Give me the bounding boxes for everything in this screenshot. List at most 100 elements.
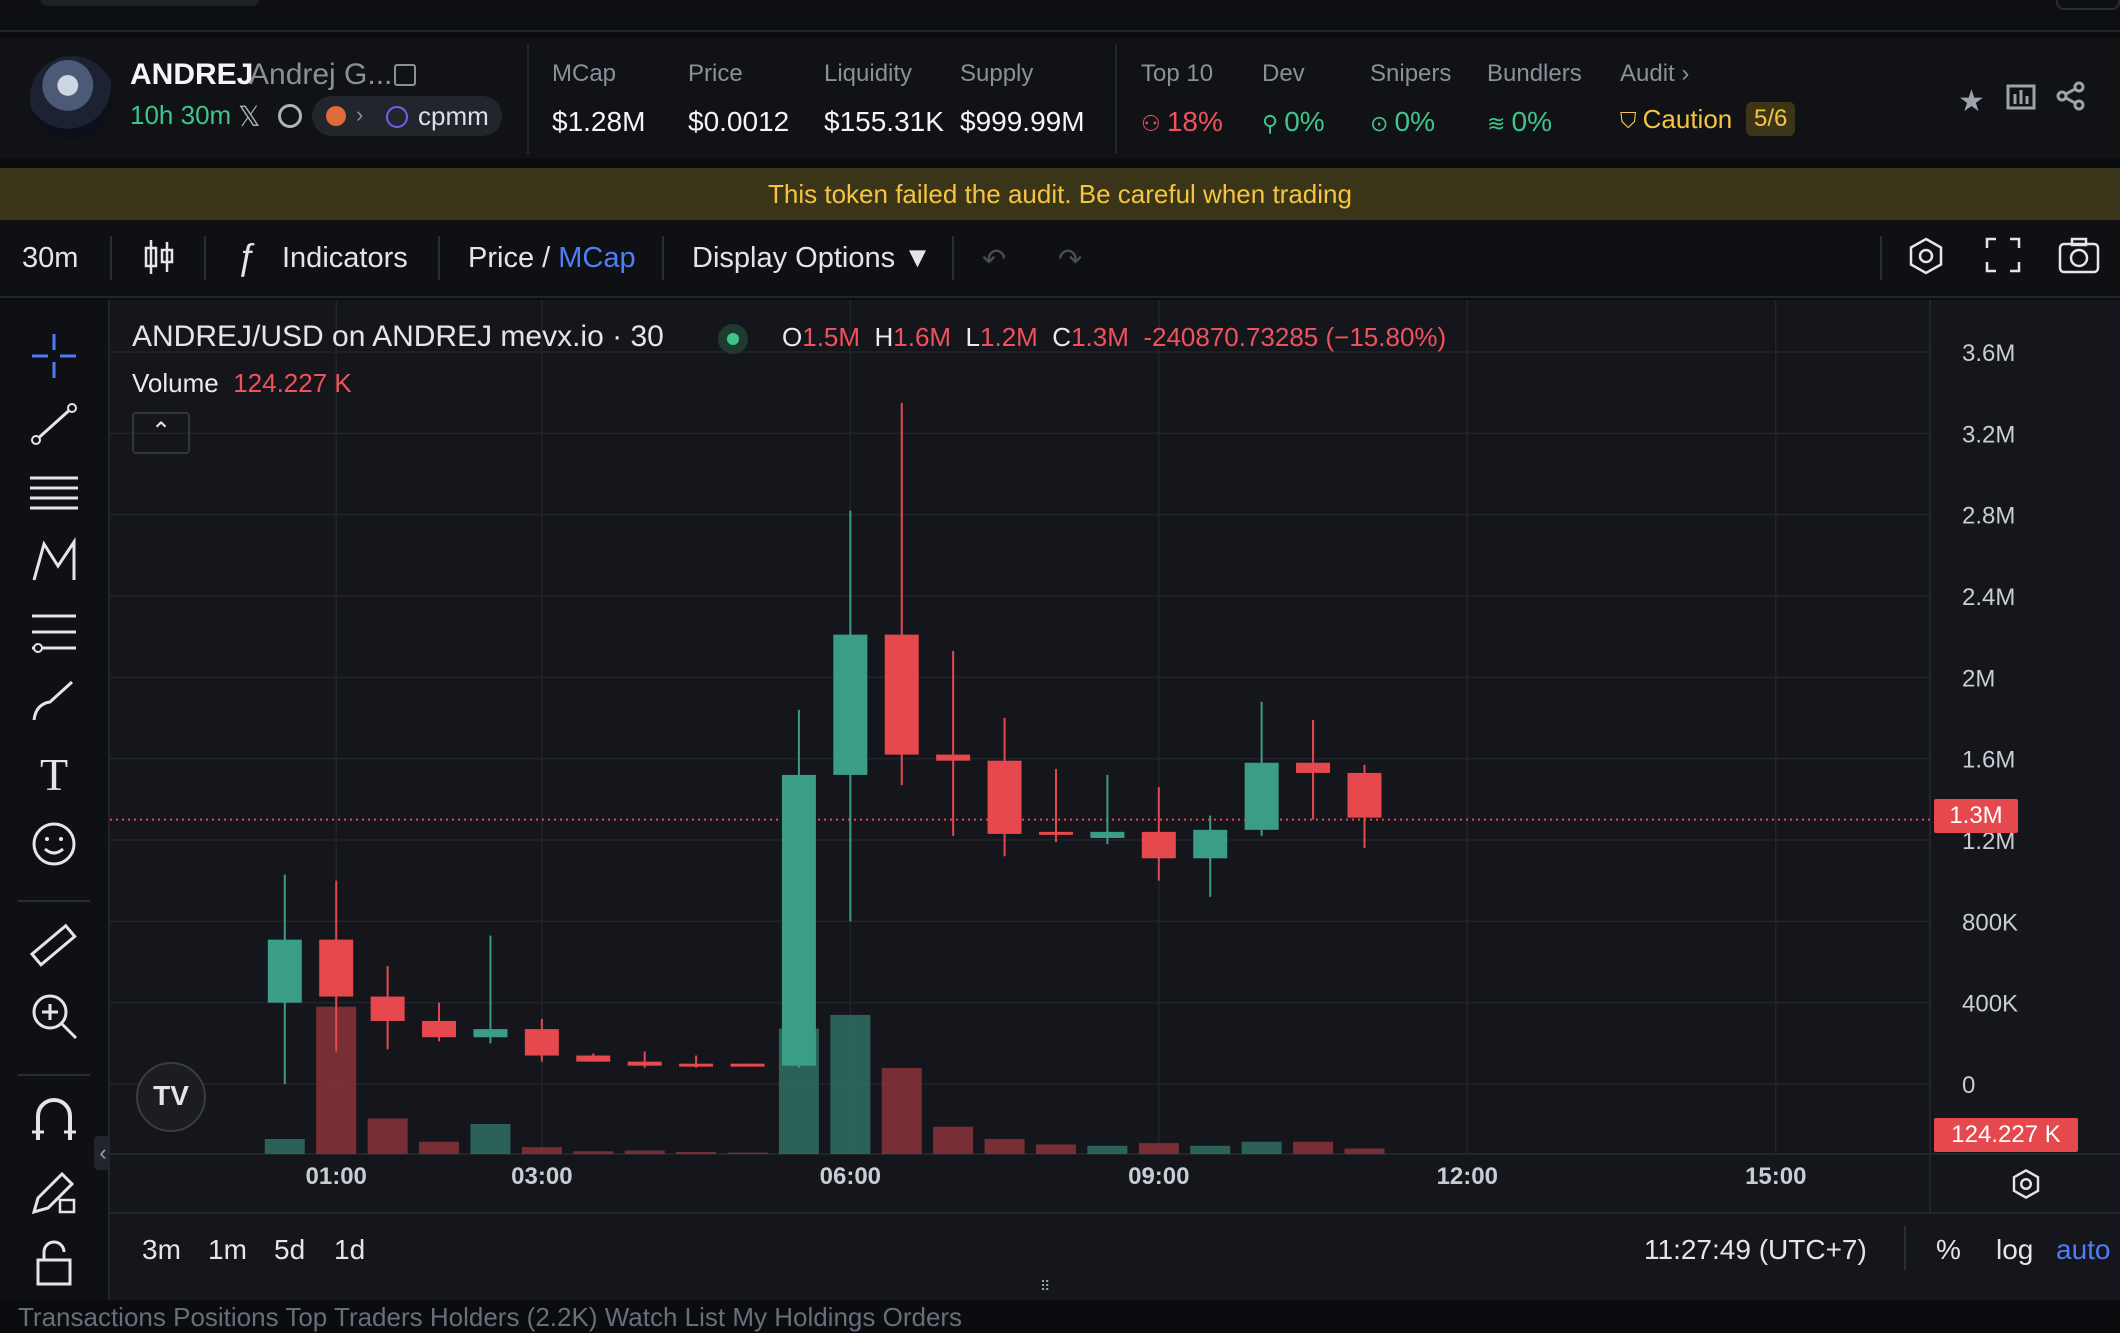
fib-tool-icon[interactable] bbox=[28, 466, 80, 518]
volume-bar bbox=[1293, 1141, 1334, 1154]
undo-icon[interactable]: ↶ bbox=[982, 242, 1006, 277]
crosshair-tool-icon[interactable] bbox=[28, 330, 80, 382]
candle-body bbox=[627, 1061, 662, 1066]
settings-icon[interactable] bbox=[1906, 236, 1946, 284]
interval-selector[interactable]: 30m bbox=[22, 242, 78, 275]
high-value: 1.6M bbox=[893, 322, 952, 352]
lock-icon[interactable] bbox=[28, 1236, 80, 1288]
trend-line-tool-icon[interactable] bbox=[28, 398, 80, 450]
search-icon[interactable] bbox=[278, 104, 302, 128]
supply-label: Supply bbox=[960, 60, 1034, 87]
share-icon[interactable] bbox=[2055, 80, 2087, 120]
chart-add-icon[interactable] bbox=[2005, 80, 2037, 120]
toolbar-divider bbox=[110, 236, 112, 280]
volume-value: 124.227 K bbox=[233, 368, 352, 398]
ruler-tool-icon[interactable] bbox=[28, 920, 80, 972]
token-name: Andrej G... bbox=[249, 58, 393, 91]
y-tick-label: 3.6M bbox=[1962, 340, 2015, 367]
audit-warning-banner: This token failed the audit. Be careful … bbox=[0, 168, 2120, 220]
copy-icon[interactable] bbox=[394, 64, 416, 86]
magnet-icon[interactable] bbox=[28, 1094, 80, 1146]
price-mcap-toggle[interactable]: Price / MCap bbox=[468, 242, 636, 275]
x-tick-label: 06:00 bbox=[820, 1163, 881, 1190]
candle-body bbox=[576, 1055, 611, 1062]
dev-value: ⚲ 0% bbox=[1262, 106, 1325, 138]
auto-toggle[interactable]: auto bbox=[2056, 1234, 2111, 1266]
volume-bar bbox=[830, 1014, 871, 1154]
y-tick-label: 3.2M bbox=[1962, 421, 2015, 448]
text-tool-icon[interactable]: T bbox=[28, 748, 80, 800]
resize-handle[interactable]: ⠿ bbox=[1040, 1278, 1060, 1294]
redo-icon[interactable]: ↷ bbox=[1058, 242, 1082, 277]
y-tick-label: 2.8M bbox=[1962, 503, 2015, 530]
candle-body bbox=[1193, 829, 1228, 859]
y-tick-label: 2M bbox=[1962, 665, 1995, 692]
snipers-pct: 0% bbox=[1394, 106, 1436, 137]
chevron-right-icon: › bbox=[356, 102, 364, 127]
y-tick-label: 2.4M bbox=[1962, 584, 2015, 611]
indicators-icon[interactable]: ƒ bbox=[236, 236, 256, 278]
audit-link[interactable]: Audit › bbox=[1620, 60, 1689, 88]
range-5d[interactable]: 5d bbox=[274, 1234, 305, 1266]
range-1m[interactable]: 1m bbox=[208, 1234, 247, 1266]
percent-toggle[interactable]: % bbox=[1936, 1234, 1961, 1266]
star-icon[interactable]: ★ bbox=[1958, 84, 1985, 119]
log-toggle[interactable]: log bbox=[1996, 1234, 2033, 1266]
mcap-option[interactable]: MCap bbox=[558, 242, 635, 274]
audit-score-badge: 5/6 bbox=[1746, 102, 1796, 136]
dev-pct: 0% bbox=[1284, 106, 1325, 137]
range-3m[interactable]: 3m bbox=[142, 1234, 181, 1266]
volume-label: Volume bbox=[132, 368, 219, 398]
volume-bar bbox=[470, 1124, 511, 1154]
projection-tool-icon[interactable] bbox=[28, 606, 80, 658]
candle-body bbox=[370, 996, 405, 1021]
audit-warning-text: This token failed the audit. Be careful … bbox=[768, 179, 1352, 209]
collapse-legend-button[interactable]: ⌃ bbox=[132, 412, 190, 454]
pattern-tool-icon[interactable] bbox=[28, 536, 80, 588]
brush-tool-icon[interactable] bbox=[28, 676, 80, 728]
zoom-in-icon[interactable] bbox=[28, 990, 80, 1042]
volume-bar bbox=[419, 1141, 460, 1154]
candle-type-icon[interactable] bbox=[142, 238, 176, 284]
candle-body bbox=[1038, 831, 1073, 835]
clock-timezone[interactable]: 11:27:49 (UTC+7) bbox=[1644, 1234, 1867, 1266]
top-right-control[interactable] bbox=[2056, 0, 2120, 10]
range-1d[interactable]: 1d bbox=[334, 1234, 365, 1266]
y-tick-label: 400K bbox=[1962, 991, 2018, 1018]
candle-body bbox=[1347, 772, 1382, 818]
toolbar-divider bbox=[438, 236, 440, 280]
y-tick-label: 800K bbox=[1962, 909, 2018, 936]
toolbar-divider bbox=[952, 236, 954, 280]
pool-route-badge[interactable]: › cpmm bbox=[312, 96, 502, 136]
display-options-button[interactable]: Display Options ▼ bbox=[692, 242, 932, 275]
edit-lock-icon[interactable] bbox=[28, 1166, 80, 1218]
top-tab-pill[interactable] bbox=[40, 0, 260, 6]
price-chart[interactable]: 3.6M 3.2M 2.8M 2.4M 2M 1.6M 1.2M 800K 400K 0 01:00… bbox=[110, 300, 2120, 1212]
candle-body bbox=[524, 1029, 559, 1056]
candle-body bbox=[730, 1063, 765, 1067]
price-option[interactable]: Price bbox=[468, 242, 534, 274]
axis-settings-icon[interactable] bbox=[2010, 1168, 2042, 1205]
high-label: H bbox=[874, 322, 894, 352]
crosshair-icon: ⊙ bbox=[1370, 111, 1395, 136]
pool-type: cpmm bbox=[418, 101, 489, 131]
audit-status-text: Caution bbox=[1642, 104, 1733, 134]
open-value: 1.5M bbox=[802, 322, 861, 352]
emoji-tool-icon[interactable] bbox=[28, 818, 80, 870]
close-label: C bbox=[1052, 322, 1072, 352]
bottom-tabs[interactable]: Transactions Positions Top Traders Holde… bbox=[18, 1302, 962, 1333]
chart-area[interactable]: 3.6M 3.2M 2.8M 2.4M 2M 1.6M 1.2M 800K 400K 0 01:00… bbox=[110, 300, 2120, 1300]
candle-body bbox=[473, 1029, 508, 1038]
tradingview-logo[interactable]: TV bbox=[136, 1062, 206, 1132]
change-value: -240870.73285 (−15.80%) bbox=[1143, 322, 1447, 352]
x-social-icon[interactable]: 𝕏 bbox=[238, 100, 261, 133]
camera-icon[interactable] bbox=[2058, 236, 2100, 282]
audit-label: Audit bbox=[1620, 60, 1675, 87]
x-tick-label: 03:00 bbox=[511, 1163, 572, 1190]
candle-body bbox=[422, 1020, 457, 1038]
volume-bar bbox=[727, 1152, 768, 1154]
top10-value: ⚇ 18% bbox=[1141, 106, 1223, 138]
indicators-button[interactable]: Indicators bbox=[282, 242, 408, 275]
candle-body bbox=[936, 754, 971, 761]
fullscreen-icon[interactable] bbox=[1984, 236, 2022, 282]
